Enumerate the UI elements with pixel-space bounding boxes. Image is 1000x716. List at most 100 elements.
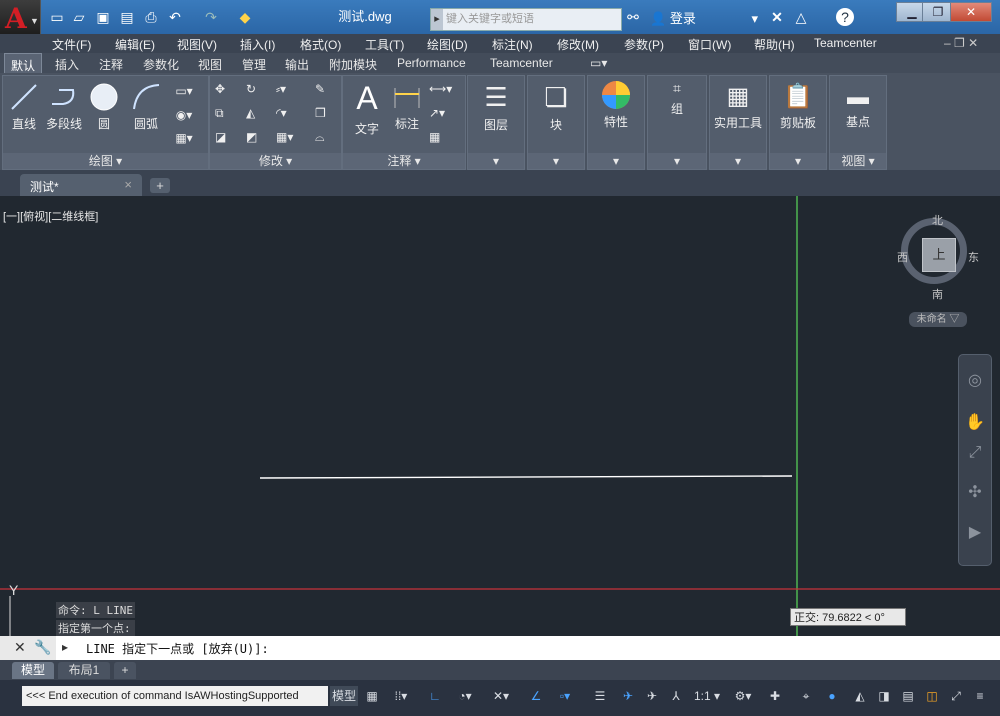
tab-addins[interactable]: 附加模块 [329,56,377,73]
rectangle-icon[interactable]: ▭▾ [169,84,199,98]
move-icon[interactable]: ✥ [215,82,225,96]
menu-modify[interactable]: 修改(M) [557,36,599,53]
panel-layers-expand[interactable]: ▾ [468,153,524,169]
scale-icon[interactable]: ◩ [246,130,257,144]
menu-view[interactable]: 视图(V) [177,36,217,53]
menu-parametric[interactable]: 参数(P) [624,36,664,53]
table-icon[interactable]: ▦ [429,130,440,144]
menu-window[interactable]: 窗口(W) [688,36,731,53]
tab-performance[interactable]: Performance [397,56,466,70]
menu-help[interactable]: 帮助(H) [754,36,795,53]
menu-insert[interactable]: 插入(I) [240,36,275,53]
compass-east[interactable]: 东 [968,249,979,265]
panel-properties-expand[interactable]: ▾ [588,153,644,169]
tab-annotate[interactable]: 注释 [99,56,123,73]
isolate-icon[interactable]: ⌖ [796,686,816,706]
hardware-acceleration-icon[interactable]: ● [822,686,842,706]
chevron-down-icon[interactable]: ▾ [751,11,758,26]
open-file-icon[interactable]: ▱ [70,8,88,26]
copy-icon[interactable]: ⧉ [215,106,224,121]
block-button[interactable]: ❏ 块 [528,82,584,133]
stretch-icon[interactable]: ◪ [215,130,226,144]
object-snap-icon[interactable]: ▫▾ [550,686,580,706]
clipboard-button[interactable]: 📋 剪贴板 [770,82,826,131]
help-icon[interactable]: ? [836,8,854,26]
command-prompt[interactable]: LINE 指定下一点或 [放弃(U)]: [86,640,269,657]
application-menu-button[interactable]: A ▼ [0,0,41,35]
zoom-extents-icon[interactable]: ⤢ [965,443,985,463]
wrench-icon[interactable]: 🔧 [34,639,51,656]
lineweight-icon[interactable]: ☰ [590,686,610,706]
panel-utilities-expand[interactable]: ▾ [710,153,766,169]
dimension-button[interactable]: 标注 [389,84,425,132]
showmotion-icon[interactable]: ▶ [965,523,985,543]
polyline-button[interactable]: 多段线 [43,82,85,132]
annotation-visibility-icon[interactable]: ✈ [618,686,638,706]
new-tab-button[interactable]: + [150,178,170,193]
workspace-icon[interactable]: ◆ [236,8,254,26]
text-button[interactable]: A 文字 [349,80,385,137]
panel-clipboard-expand[interactable]: ▾ [770,153,826,169]
units-icon[interactable]: ▤ [898,686,918,706]
tab-model[interactable]: 模型 [12,662,54,679]
isodraft-icon[interactable]: ✕▾ [486,686,516,706]
sign-in-button[interactable]: 👤 登录 ▾ [650,8,758,27]
file-tab[interactable]: 测试* × [20,174,142,196]
new-file-icon[interactable]: ▭ [48,8,66,26]
command-history-icon[interactable]: ▸ [62,640,68,654]
fullscreen-icon[interactable]: ⤢ [946,686,966,706]
menu-file[interactable]: 文件(F) [52,36,91,53]
panel-modify-title[interactable]: 修改 ▾ [210,153,341,169]
menu-window-controls[interactable]: – ❐ ✕ [944,36,978,50]
ucs-menu[interactable]: 未命名 ▽ [909,312,967,327]
array-icon[interactable]: ▦▾ [276,130,293,144]
snap-icon[interactable]: ⁞⁞▾ [386,686,416,706]
leader-icon[interactable]: ↗▾ [429,106,445,120]
tab-layout1[interactable]: 布局1 [58,662,110,679]
viewport-controls-label[interactable]: [一][俯视][二维线框] [3,208,98,224]
plus-icon[interactable]: ✚ [766,686,784,706]
layers-button[interactable]: ☰ 图层 [468,82,524,133]
print-icon[interactable]: ⎙ [142,8,160,26]
search-input[interactable]: ▸ 键入关键字或短语 [430,8,622,31]
customization-icon[interactable]: ≡ [970,686,990,706]
binoculars-icon[interactable]: ⚯ [624,8,642,26]
menu-tools[interactable]: 工具(T) [365,36,404,53]
menu-teamcenter[interactable]: Teamcenter [814,36,877,50]
ortho-icon[interactable]: ∟ [426,686,444,706]
menu-dimension[interactable]: 标注(N) [492,36,533,53]
menu-format[interactable]: 格式(O) [300,36,341,53]
pan-icon[interactable]: ✋ [965,413,985,433]
panel-groups-expand[interactable]: ▾ [648,153,706,169]
offset-icon[interactable]: ⌓ [315,130,325,145]
grid-icon[interactable]: ▦ [362,686,382,706]
mirror-icon[interactable]: ◭ [246,106,255,120]
linear-dim-icon[interactable]: ⟷▾ [429,82,452,96]
properties-button[interactable]: 特性 [588,80,644,130]
close-window-button[interactable]: ✕ [950,2,992,22]
line-button[interactable]: 直线 [7,82,41,132]
search-expand-icon[interactable]: ▸ [431,9,443,30]
scale-dropdown[interactable]: 1:1 ▾ [690,686,724,706]
group-button[interactable]: ⌗ 组 [648,80,706,117]
explode-icon[interactable]: ❒ [315,106,326,120]
command-line-grip[interactable]: ✕ 🔧 [0,636,56,660]
save-icon[interactable]: ▣ [94,8,112,26]
auto-scale-icon[interactable]: ✈ [642,686,662,706]
tab-teamcenter[interactable]: Teamcenter [490,56,553,70]
polar-icon[interactable]: ◔▾ [450,686,480,706]
panel-view-title[interactable]: 视图 ▾ [830,153,886,169]
basepoint-button[interactable]: ▬ 基点 [830,84,886,130]
a360-icon[interactable]: △ [792,8,810,26]
orbit-icon[interactable]: ✣ [965,483,985,503]
close-icon[interactable]: × [124,177,132,192]
panel-annotation-title[interactable]: 注释 ▾ [343,153,465,169]
annotation-scale-icon[interactable]: ⅄ [666,686,686,706]
boundary-icon[interactable]: ▦▾ [169,131,199,145]
panel-draw-title[interactable]: 绘图 ▾ [3,153,208,169]
notifications-icon[interactable]: ◫ [922,686,942,706]
redo-icon[interactable]: ↷ [202,8,220,26]
command-line[interactable]: ✕ 🔧 ▸ LINE 指定下一点或 [放弃(U)]: [0,636,1000,660]
object-snap-tracking-icon[interactable]: ∠ [526,686,546,706]
menu-edit[interactable]: 编辑(E) [115,36,155,53]
